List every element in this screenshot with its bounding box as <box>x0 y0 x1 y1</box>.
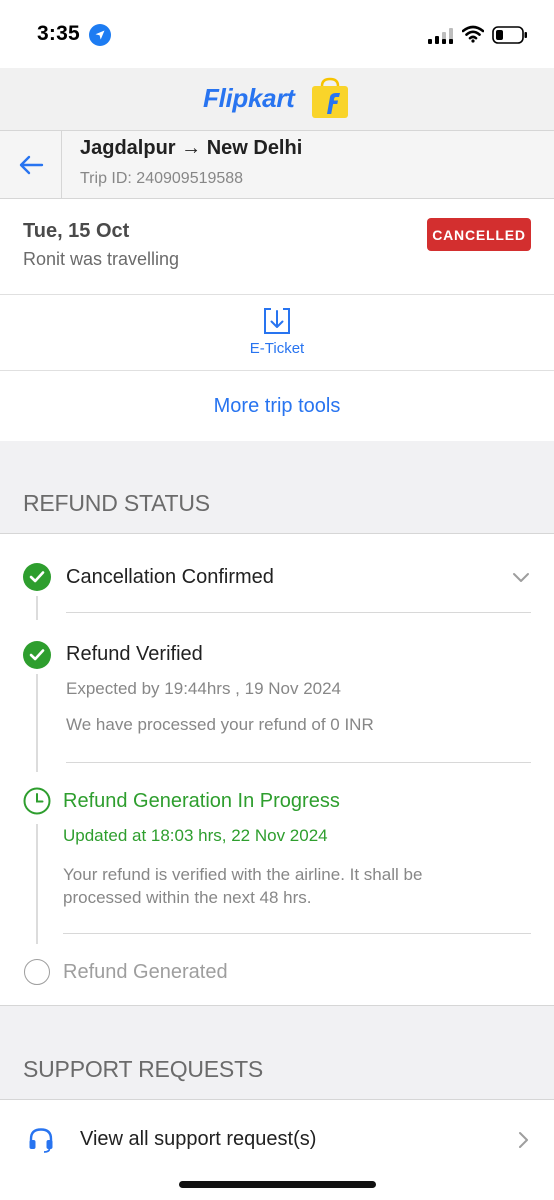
trip-header: Jagdalpur → New Delhi Trip ID: 240909519… <box>0 130 554 199</box>
eticket-button[interactable]: E-Ticket <box>0 295 554 371</box>
status-badge: CANCELLED <box>427 218 531 251</box>
divider <box>66 762 531 763</box>
refund-status-header: REFUND STATUS <box>0 441 554 534</box>
signal-icon <box>428 28 453 44</box>
divider <box>63 933 531 934</box>
check-icon <box>23 641 51 669</box>
eticket-label: E-Ticket <box>249 340 305 357</box>
step-title: Refund Generation In Progress <box>63 790 340 812</box>
status-bar: 3:35 <box>0 0 554 68</box>
chevron-down-icon[interactable] <box>511 567 531 587</box>
step-title: Refund Generated <box>63 961 228 983</box>
refund-progress-note: Your refund is verified with the airline… <box>63 865 423 907</box>
travel-date: Tue, 15 Oct <box>23 220 130 242</box>
timeline-connector <box>36 824 38 944</box>
divider <box>66 612 531 613</box>
timeline-connector <box>36 674 38 772</box>
refund-amount-note: We have processed your refund of 0 INR <box>66 715 374 734</box>
expected-date: Expected by 19:44hrs , 19 Nov 2024 <box>66 679 342 698</box>
more-trip-tools-link[interactable]: More trip tools <box>0 371 554 441</box>
brand-header: Flipkart <box>0 68 554 130</box>
download-ticket-icon <box>264 308 290 334</box>
pending-circle-icon <box>24 959 50 985</box>
support-requests-header: SUPPORT REQUESTS <box>0 1006 554 1100</box>
refund-timeline: Cancellation Confirmed Refund Verified E… <box>0 534 554 1006</box>
back-arrow-icon <box>19 155 43 174</box>
updated-at: Updated at 18:03 hrs, 22 Nov 2024 <box>63 826 328 845</box>
chevron-right-icon <box>519 1132 528 1148</box>
location-arrow-icon <box>89 24 111 46</box>
wifi-icon <box>462 25 484 43</box>
trip-id: Trip ID: 240909519588 <box>80 170 244 187</box>
clock-icon <box>23 787 51 815</box>
view-support-requests-button[interactable]: View all support request(s) <box>0 1100 554 1182</box>
step-title: Cancellation Confirmed <box>66 566 274 588</box>
refund-status-title: REFUND STATUS <box>23 490 210 516</box>
support-requests-title: SUPPORT REQUESTS <box>23 1056 264 1082</box>
status-time: 3:35 <box>37 22 80 45</box>
battery-icon <box>492 26 527 44</box>
headset-icon <box>29 1128 53 1153</box>
timeline-connector <box>36 596 38 620</box>
home-indicator[interactable] <box>179 1181 376 1188</box>
check-icon <box>23 563 51 591</box>
step-title: Refund Verified <box>66 643 203 665</box>
trip-summary: Tue, 15 Oct Ronit was travelling CANCELL… <box>0 199 554 295</box>
support-label: View all support request(s) <box>80 1128 317 1150</box>
traveller-name: Ronit was travelling <box>23 249 180 269</box>
back-button[interactable] <box>0 131 62 198</box>
shopping-bag-logo-icon <box>312 77 348 118</box>
brand-logo-text: Flipkart <box>203 83 295 113</box>
trip-route: Jagdalpur → New Delhi <box>80 137 303 159</box>
